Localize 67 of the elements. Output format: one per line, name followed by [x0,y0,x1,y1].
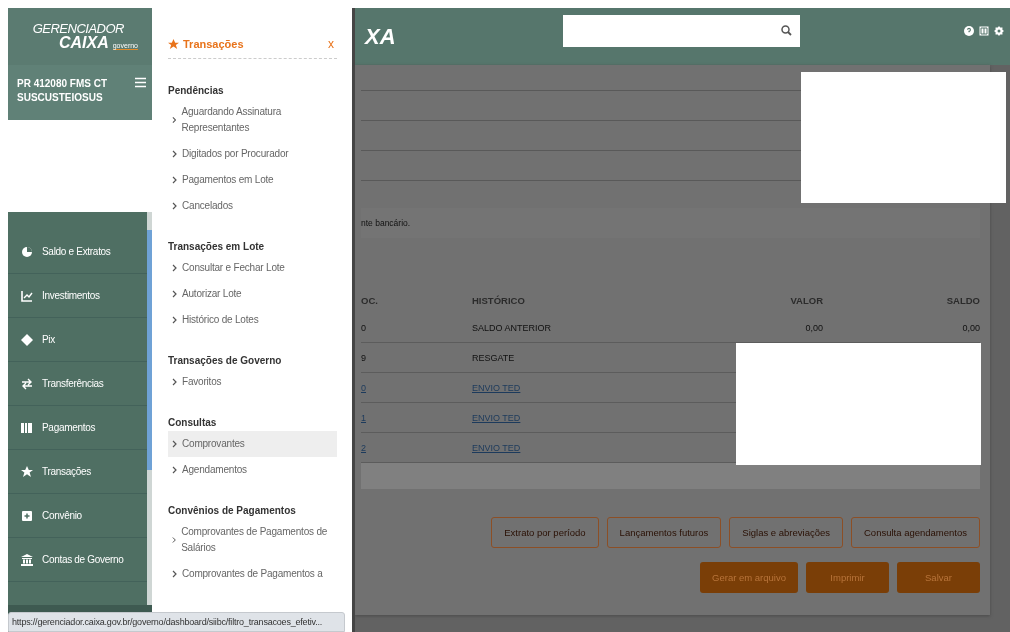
section-heading: Pendências [168,85,225,96]
logo-text: CAIXA [58,35,109,51]
outline-button[interactable]: Lançamentos futuros [606,517,722,548]
menu-item[interactable]: Aguardando Assinatura Representantes [168,99,337,141]
chevron-icon [172,264,177,272]
menu-item[interactable]: Cancelados [168,193,337,219]
bank-icon [21,553,33,566]
chevron-icon [172,466,177,474]
table-cell: 0 [361,322,366,333]
section-heading: Consultas [168,417,218,428]
outline-button[interactable]: Consulta agendamentos [851,517,980,548]
panel-title: Transações [168,38,244,50]
section-heading: Transações em Lote [168,241,266,252]
search-field[interactable] [563,14,800,47]
menu-item[interactable]: Favoritos [168,369,337,395]
pie-chart-icon [21,245,33,258]
column-header: OC. [361,295,378,306]
menu-item[interactable]: Agendamentos [168,457,337,483]
menu-item[interactable]: Comprovantes de Pagamentos de Salários [168,519,337,561]
close-button[interactable]: x [325,37,337,51]
star-icon [168,38,179,50]
menu-item[interactable]: Pagamentos em Lote [168,167,337,193]
chevron-icon [172,570,177,578]
notice-text: nte bancário. [361,218,411,228]
chevron-icon [172,378,177,386]
outline-button[interactable]: Extrato por período [491,517,599,548]
menu-item[interactable]: Comprovantes [168,431,337,457]
chevron-icon [172,290,177,298]
logo-text: XA [365,23,397,50]
menu-item[interactable]: Consultar e Fechar Lote [168,255,337,281]
chevron-icon [172,150,177,158]
chevron-icon [172,536,177,544]
column-header: SALDO [946,295,980,306]
column-header: VALOR [790,295,823,306]
table-cell: SALDO ANTERIOR [472,322,552,333]
table-cell: 0,00 [962,322,980,333]
line-chart-icon [21,289,33,302]
arrows-icon [21,377,33,390]
bars-icon [21,421,33,434]
menu-item[interactable]: Comprovantes de Pagamentos a [168,561,337,587]
table-cell: RESGATE [472,352,515,363]
menu-item[interactable]: Histórico de Lotes [168,307,337,333]
outline-button[interactable]: Siglas e abreviações [729,517,843,548]
logo-text: GERENCIADOR [32,22,124,35]
help-icon[interactable] [964,25,974,36]
star-icon [21,465,33,478]
columns-icon[interactable] [979,25,989,36]
scrollbar[interactable] [147,212,152,605]
chevron-icon [172,202,177,210]
plus-square-icon [21,509,33,522]
menu-item[interactable]: Autorizar Lote [168,281,337,307]
chevron-icon [172,316,177,324]
status-url: https://gerenciador.caixa.gov.br/governo/dashboard/siibc/filtro_transacoes_efetiv... [8,612,345,632]
menu-icon[interactable] [135,77,146,88]
table-cell: 0,00 [805,322,823,333]
menu-item[interactable]: Digitados por Procurador [168,141,337,167]
section-heading: Transações de Governo [168,355,283,366]
diamond-icon [21,333,33,346]
chevron-icon [172,176,177,184]
chevron-icon [172,116,177,124]
account-name: PR 412080 FMS CT SUSCUSTEIOSUS [17,77,109,105]
search-icon[interactable] [781,25,792,36]
column-header: HISTÓRICO [472,295,525,306]
chevron-icon [172,440,177,448]
section-heading: Convênios de Pagamentos [168,505,297,516]
settings-icon[interactable] [994,25,1004,36]
table-cell: 9 [361,352,366,363]
